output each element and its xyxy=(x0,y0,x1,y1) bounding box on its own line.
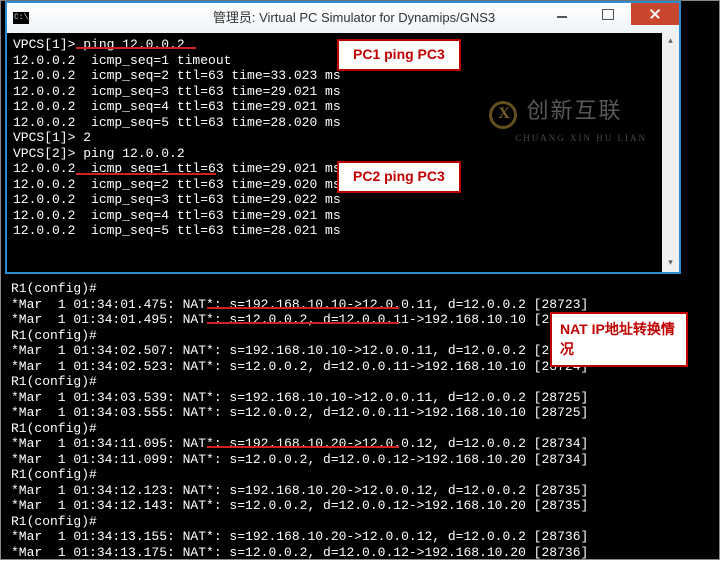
router-terminal-body[interactable]: R1(config)#*Mar 1 01:34:01.475: NAT*: s=… xyxy=(5,277,715,564)
terminal-line: *Mar 1 01:34:12.143: NAT*: s=12.0.0.2, d… xyxy=(11,498,709,514)
scroll-up-icon[interactable]: ▴ xyxy=(662,33,679,50)
terminal-line: R1(config)# xyxy=(11,467,709,483)
terminal-line: 12.0.0.2 icmp_seq=4 ttl=63 time=29.021 m… xyxy=(13,208,673,224)
terminal-line: *Mar 1 01:34:12.123: NAT*: s=192.168.10.… xyxy=(11,483,709,499)
terminal-line: *Mar 1 01:34:13.175: NAT*: s=12.0.0.2, d… xyxy=(11,545,709,561)
titlebar[interactable]: 管理员: Virtual PC Simulator for Dynamips/G… xyxy=(7,3,679,33)
scrollbar[interactable]: ▴ ▾ xyxy=(662,33,679,272)
terminal-line: *Mar 1 01:34:11.095: NAT*: s=192.168.10.… xyxy=(11,436,709,452)
terminal-line: R1(config)# xyxy=(11,421,709,437)
terminal-line: R1(config)# xyxy=(11,374,709,390)
terminal-line: *Mar 1 01:34:13.155: NAT*: s=192.168.10.… xyxy=(11,529,709,545)
terminal-line: R1(config)# xyxy=(11,281,709,297)
vpcs-window: 管理员: Virtual PC Simulator for Dynamips/G… xyxy=(5,1,681,274)
outer-terminal: 管理员: Virtual PC Simulator for Dynamips/G… xyxy=(0,0,720,560)
minimize-button[interactable] xyxy=(539,3,585,25)
terminal-line: R1(config)# xyxy=(11,514,709,530)
terminal-line: VPCS[2]> ping 12.0.0.2 xyxy=(13,146,673,162)
vpcs-terminal-body[interactable]: VPCS[1]> ping 12.0.0.212.0.0.2 icmp_seq=… xyxy=(7,33,679,272)
close-button[interactable] xyxy=(631,3,679,25)
underline-annotation xyxy=(76,173,216,175)
terminal-line: 12.0.0.2 icmp_seq=5 ttl=63 time=28.021 m… xyxy=(13,223,673,239)
callout-pc1: PC1 ping PC3 xyxy=(337,39,461,71)
underline-annotation xyxy=(76,47,196,49)
underline-annotation xyxy=(207,446,399,448)
maximize-button[interactable] xyxy=(585,3,631,25)
scroll-track[interactable] xyxy=(662,50,679,255)
terminal-line: 12.0.0.2 icmp_seq=5 ttl=63 time=28.020 m… xyxy=(13,115,673,131)
underline-annotation xyxy=(207,322,399,324)
terminal-line: *Mar 1 01:34:03.555: NAT*: s=12.0.0.2, d… xyxy=(11,405,709,421)
terminal-line: 12.0.0.2 icmp_seq=4 ttl=63 time=29.021 m… xyxy=(13,99,673,115)
callout-nat: NAT IP地址转换情况 xyxy=(550,312,688,367)
terminal-line: *Mar 1 01:34:03.539: NAT*: s=192.168.10.… xyxy=(11,390,709,406)
cmd-icon xyxy=(13,12,29,24)
window-controls xyxy=(539,3,679,25)
terminal-line: 12.0.0.2 icmp_seq=3 ttl=63 time=29.022 m… xyxy=(13,192,673,208)
terminal-line: *Mar 1 01:34:11.099: NAT*: s=12.0.0.2, d… xyxy=(11,452,709,468)
callout-pc2: PC2 ping PC3 xyxy=(337,161,461,193)
terminal-line: *Mar 1 01:34:01.475: NAT*: s=192.168.10.… xyxy=(11,297,709,313)
terminal-line: VPCS[1]> 2 xyxy=(13,130,673,146)
underline-annotation xyxy=(207,307,399,309)
scroll-down-icon[interactable]: ▾ xyxy=(662,255,679,272)
terminal-line: 12.0.0.2 icmp_seq=3 ttl=63 time=29.021 m… xyxy=(13,84,673,100)
